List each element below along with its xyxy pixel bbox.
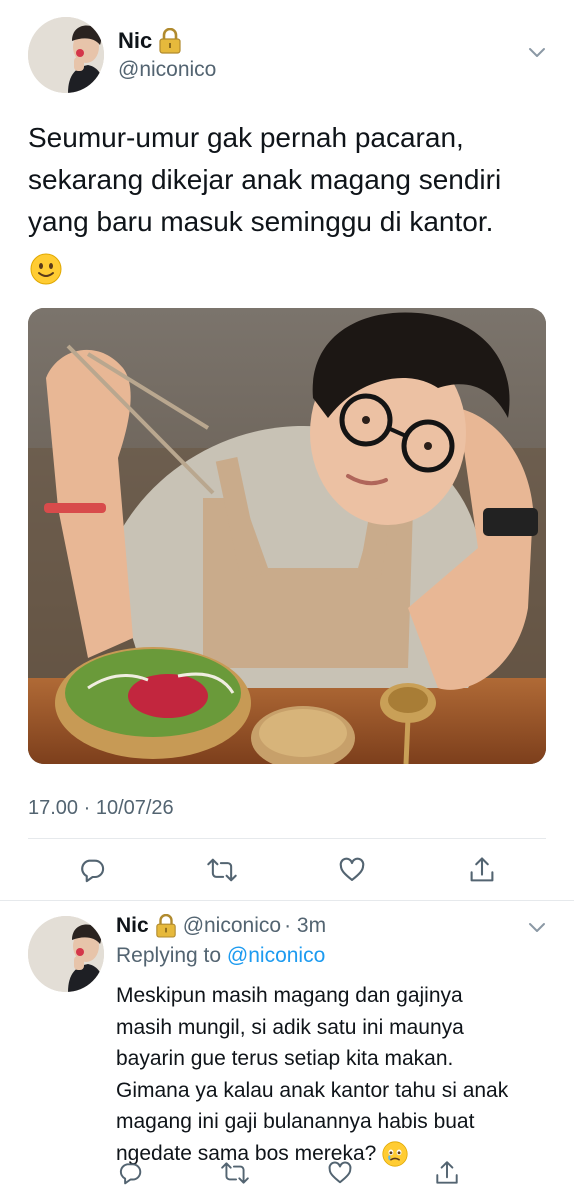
replying-to-handle[interactable]: @niconico	[227, 944, 325, 967]
avatar[interactable]	[28, 17, 104, 93]
tweet-text: Seumur-umur gak pernah pacaran, sekarang…	[28, 117, 558, 243]
display-name[interactable]: Nic	[118, 28, 152, 54]
reply-text-line: Meskipun masih magang dan gajinya	[116, 984, 463, 1007]
divider	[0, 900, 574, 901]
tweet-photo[interactable]	[28, 308, 546, 764]
retweet-icon[interactable]	[206, 856, 238, 884]
chevron-down-icon[interactable]	[527, 921, 547, 935]
reply-icon[interactable]	[78, 856, 106, 884]
replying-to: Replying to @niconico	[116, 944, 325, 968]
reply-text-line: bayarin gue terus setiap kita makan.	[116, 1047, 454, 1070]
reply-handle[interactable]: @niconico	[183, 914, 281, 938]
reply-avatar[interactable]	[28, 916, 104, 992]
reply-time[interactable]: · 3m	[284, 914, 326, 938]
reply-text-line: masih mungil, si adik satu ini maunya	[116, 1015, 464, 1039]
retweet-icon[interactable]	[220, 1160, 250, 1186]
smiling-face-emoji	[30, 253, 62, 285]
heart-icon[interactable]	[327, 1160, 353, 1186]
reply-text: Meskipun masih magang dan gajinya masih …	[116, 980, 556, 1169]
share-icon[interactable]	[434, 1159, 460, 1187]
lock-icon	[155, 914, 177, 938]
tweet-text-line: Seumur-umur gak pernah pacaran,	[28, 122, 464, 153]
share-icon[interactable]	[468, 855, 496, 885]
reply-text-line: Gimana ya kalau anak kantor tahu si anak	[116, 1078, 509, 1102]
handle[interactable]: @niconico	[118, 58, 216, 82]
replying-to-label: Replying to	[116, 944, 222, 967]
tweet-timestamp[interactable]: 17.00 · 10/07/26	[28, 797, 174, 820]
divider	[28, 838, 546, 839]
heart-icon[interactable]	[338, 856, 366, 884]
lock-icon	[158, 28, 182, 54]
face-holding-back-tears-emoji	[382, 1141, 408, 1167]
chevron-down-icon[interactable]	[527, 46, 547, 60]
reply-text-line: magang ini gaji bulanannya habis buat	[116, 1110, 475, 1133]
tweet-text-line: sekarang dikejar anak magang sendiri	[28, 164, 502, 195]
reply-display-name[interactable]: Nic	[116, 914, 149, 938]
reply-icon[interactable]	[117, 1160, 143, 1186]
reply-header: Nic @niconico · 3m	[116, 914, 326, 938]
tweet-text-line: yang baru masuk seminggu di kantor.	[28, 206, 494, 237]
